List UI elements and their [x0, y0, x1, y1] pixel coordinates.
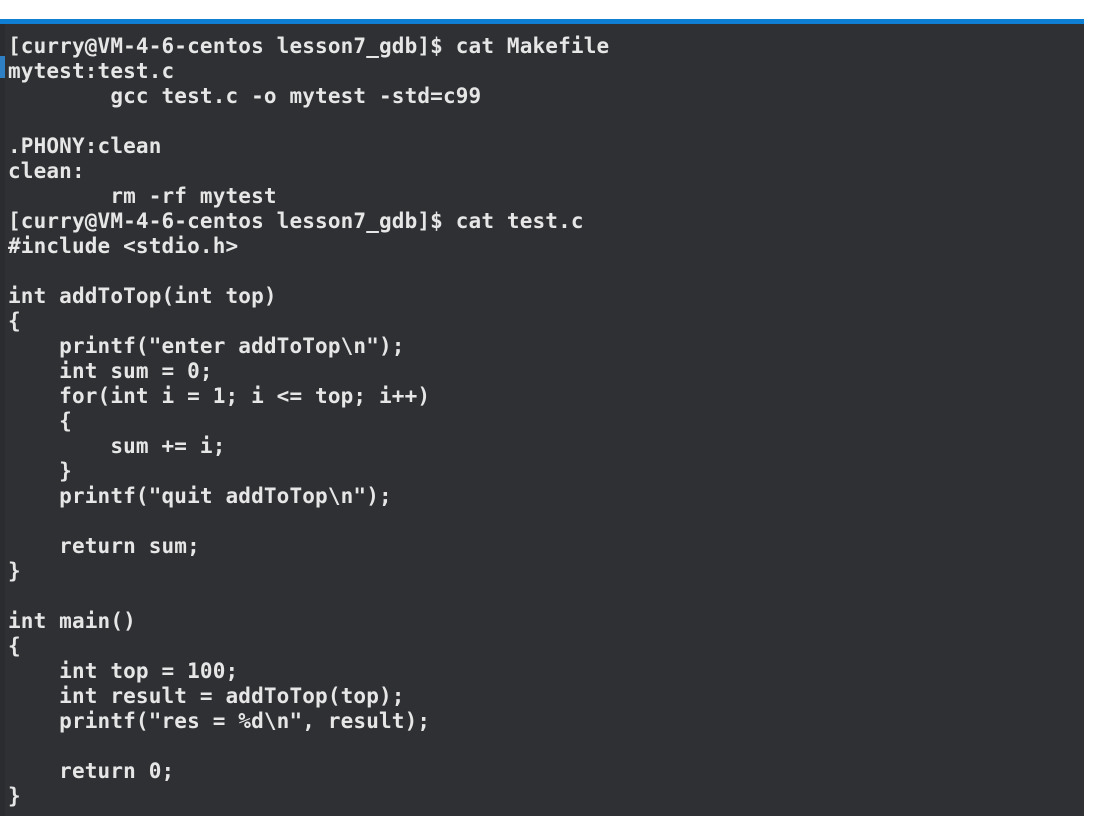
scrollbar-thumb[interactable] [0, 56, 5, 78]
terminal-window: [curry@VM-4-6-centos lesson7_gdb]$ cat M… [0, 0, 1095, 816]
terminal-line: printf("enter addToTop\n"); [8, 334, 405, 358]
terminal-line: int top = 100; [8, 659, 239, 683]
terminal-line: printf("quit addToTop\n"); [8, 484, 392, 508]
terminal-line: { [8, 634, 21, 658]
terminal-line: } [8, 784, 21, 808]
terminal-line: mytest:test.c [8, 59, 175, 83]
terminal-line: for(int i = 1; i <= top; i++) [8, 384, 431, 408]
scrollbar-track[interactable] [0, 24, 5, 816]
terminal-prompt-line: [curry@VM-4-6-centos lesson7_gdb]$ cat t… [8, 209, 584, 233]
terminal-line: } [8, 559, 21, 583]
terminal-line: { [8, 409, 72, 433]
terminal-line: return sum; [8, 534, 200, 558]
terminal-line: } [8, 459, 72, 483]
terminal-line: clean: [8, 159, 85, 183]
terminal-line: { [8, 309, 21, 333]
terminal-line: rm -rf mytest [8, 184, 277, 208]
terminal-line: return 0; [8, 759, 175, 783]
terminal-line: gcc test.c -o mytest -std=c99 [8, 84, 482, 108]
terminal-line: sum += i; [8, 434, 226, 458]
terminal-prompt-line: [curry@VM-4-6-centos lesson7_gdb]$ cat M… [8, 34, 610, 58]
terminal-screen[interactable]: [curry@VM-4-6-centos lesson7_gdb]$ cat M… [0, 24, 1084, 816]
terminal-output: [curry@VM-4-6-centos lesson7_gdb]$ cat M… [8, 34, 1078, 809]
terminal-line: int result = addToTop(top); [8, 684, 405, 708]
terminal-line: int addToTop(int top) [8, 284, 277, 308]
terminal-line: printf("res = %d\n", result); [8, 709, 431, 733]
terminal-line: int sum = 0; [8, 359, 213, 383]
terminal-line: int main() [8, 609, 136, 633]
terminal-line: .PHONY:clean [8, 134, 162, 158]
terminal-line: #include <stdio.h> [8, 234, 239, 258]
